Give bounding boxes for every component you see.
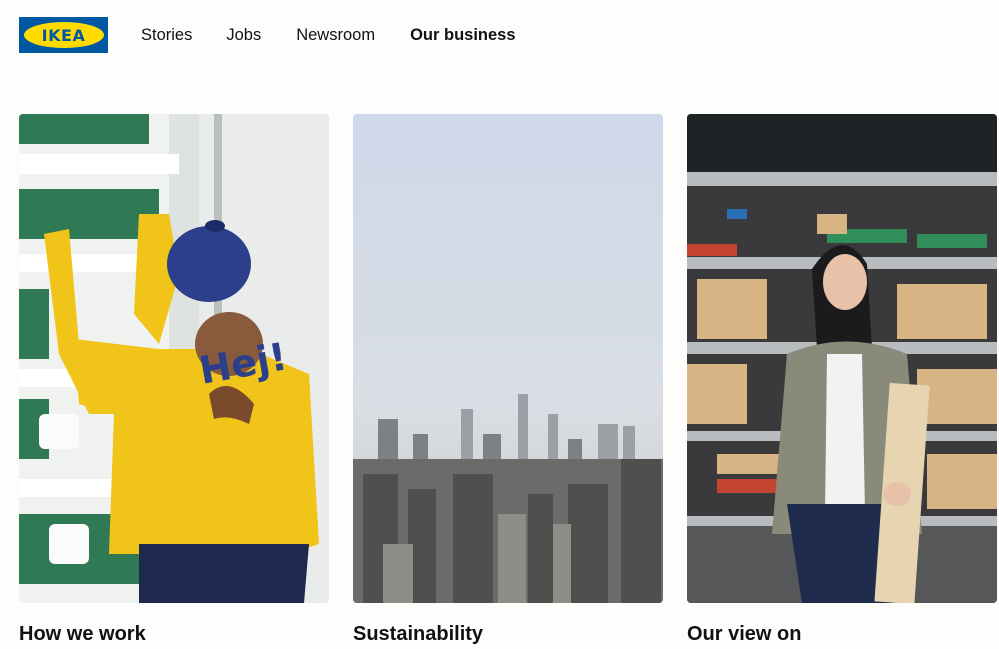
main-nav: Stories Jobs Newsroom Our business: [141, 24, 516, 46]
how-we-work-card-image[interactable]: Hej!: [19, 114, 329, 603]
nav-link-stories[interactable]: Stories: [141, 24, 192, 46]
city-skyline-photo: [353, 114, 663, 603]
logo-oval: IKEA: [23, 22, 104, 48]
nav-link-newsroom[interactable]: Newsroom: [296, 24, 375, 46]
worker-photo: Hej!: [19, 114, 329, 603]
nav-link-jobs[interactable]: Jobs: [226, 24, 261, 46]
site-header: IKEA Stories Jobs Newsroom Our business: [0, 0, 999, 70]
our-view-on-card-image[interactable]: [687, 114, 997, 603]
our-view-on-title[interactable]: Our view on: [687, 621, 801, 647]
ikea-logo[interactable]: IKEA: [19, 17, 108, 53]
woman-with-lumber-photo: [687, 114, 997, 603]
nav-link-our-business[interactable]: Our business: [410, 24, 515, 46]
sustainability-title[interactable]: Sustainability: [353, 621, 483, 647]
sustainability-card-image[interactable]: [353, 114, 663, 603]
how-we-work-title[interactable]: How we work: [19, 621, 146, 647]
logo-text: IKEA: [41, 25, 86, 45]
